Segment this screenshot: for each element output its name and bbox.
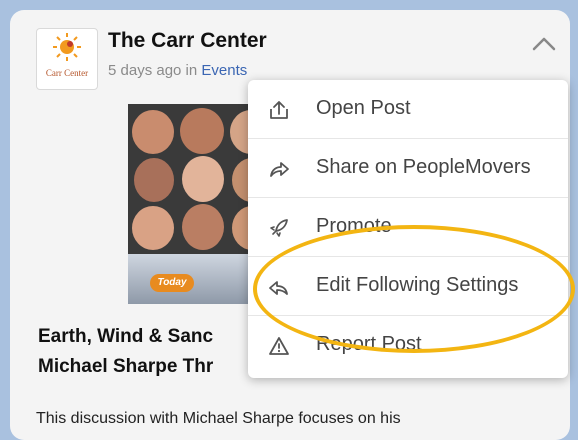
- headline-line: Earth, Wind & Sanc: [38, 326, 214, 347]
- menu-item-label: Promote: [316, 215, 392, 237]
- today-logo: Today: [150, 274, 194, 292]
- share-icon: [270, 162, 289, 177]
- face-image: [182, 156, 224, 202]
- menu-item-promote[interactable]: Promote: [248, 198, 568, 257]
- headline-line: Michael Sharpe Thr: [38, 356, 214, 377]
- face-image: [132, 110, 174, 154]
- post-options-menu: Open Post Share on PeopleMovers Promote …: [248, 80, 568, 378]
- post-time: 5 days ago in: [108, 62, 202, 79]
- menu-item-open-post[interactable]: Open Post: [248, 80, 568, 139]
- chevron-up-icon[interactable]: [530, 32, 558, 56]
- menu-item-label: Edit Following Settings: [316, 274, 519, 296]
- open-post-icon: [270, 101, 288, 119]
- sun-logo-icon: [53, 33, 81, 61]
- menu-item-edit-following-settings[interactable]: Edit Following Settings: [248, 257, 568, 316]
- menu-item-label: Report Post: [316, 333, 422, 355]
- author-avatar[interactable]: Carr Center: [36, 28, 98, 90]
- menu-item-report-post[interactable]: Report Post: [248, 316, 568, 374]
- post-meta: 5 days ago in Events: [108, 62, 247, 79]
- face-image: [132, 206, 174, 250]
- menu-item-label: Share on PeopleMovers: [316, 156, 531, 178]
- warning-icon: [269, 337, 289, 355]
- category-link[interactable]: Events: [201, 62, 247, 79]
- post-body: This discussion with Michael Sharpe focu…: [36, 410, 401, 427]
- menu-item-share[interactable]: Share on PeopleMovers: [248, 139, 568, 198]
- menu-item-label: Open Post: [316, 97, 411, 119]
- post-headline[interactable]: Earth, Wind & Sanc Michael Sharpe Thr: [38, 322, 268, 382]
- face-image: [182, 204, 224, 250]
- reply-arrow-icon: [269, 281, 288, 295]
- rocket-icon: [270, 219, 288, 237]
- face-image: [180, 108, 224, 154]
- avatar-logo-text: Carr Center: [45, 68, 89, 78]
- face-image: [134, 158, 174, 202]
- post-author[interactable]: The Carr Center: [108, 29, 267, 53]
